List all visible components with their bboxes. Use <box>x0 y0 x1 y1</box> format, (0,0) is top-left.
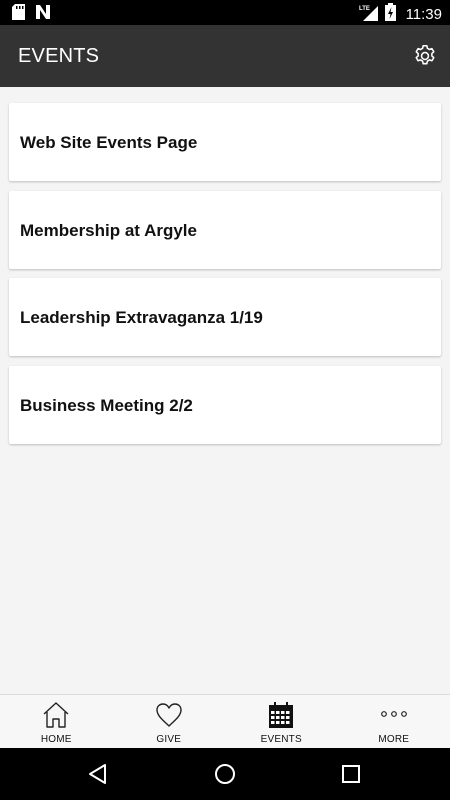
app-bar: EVENTS <box>0 25 450 87</box>
event-title: Membership at Argyle <box>20 221 197 240</box>
system-navigation-bar <box>0 748 450 800</box>
n-notification-icon <box>35 4 51 25</box>
page-title: EVENTS <box>18 45 100 67</box>
event-card[interactable]: Leadership Extravaganza 1/19 <box>9 278 441 356</box>
nav-events-label: EVENTS <box>260 734 302 745</box>
back-button[interactable] <box>86 762 110 786</box>
system-home-button[interactable] <box>213 762 237 786</box>
gear-icon <box>415 44 435 65</box>
nav-home[interactable]: HOME <box>0 695 113 749</box>
clock-time: 11:39 <box>405 6 442 23</box>
settings-button[interactable] <box>412 43 438 69</box>
nav-more[interactable]: MORE <box>338 695 450 749</box>
status-bar-left <box>12 4 51 25</box>
event-title: Web Site Events Page <box>20 133 198 152</box>
nav-more-label: MORE <box>378 734 410 745</box>
nav-events[interactable]: EVENTS <box>225 695 338 749</box>
heart-icon <box>156 703 182 727</box>
status-bar: LTE 11:39 <box>0 0 450 25</box>
recents-button[interactable] <box>339 762 363 786</box>
status-bar-right: LTE 11:39 <box>359 3 442 26</box>
event-title: Leadership Extravaganza 1/19 <box>20 308 263 327</box>
calendar-icon <box>269 702 294 728</box>
event-card[interactable]: Business Meeting 2/2 <box>9 366 441 444</box>
event-card[interactable]: Web Site Events Page <box>9 103 441 181</box>
events-list: Web Site Events Page Membership at Argyl… <box>0 87 450 694</box>
home-icon <box>43 702 69 728</box>
nav-give[interactable]: GIVE <box>113 695 226 749</box>
more-dots-icon <box>380 711 407 717</box>
battery-charging-icon <box>384 3 396 26</box>
bottom-navigation: HOME GIVE EVENTS MORE <box>0 694 450 749</box>
svg-text:LTE: LTE <box>359 6 370 12</box>
home-circle-icon <box>215 764 235 784</box>
recents-icon <box>342 765 360 783</box>
back-icon <box>89 764 106 784</box>
sd-card-icon <box>12 4 25 25</box>
nav-give-label: GIVE <box>156 734 182 745</box>
nav-home-label: HOME <box>40 734 72 745</box>
event-title: Business Meeting 2/2 <box>20 396 193 415</box>
app-screen: LTE 11:39 EVENTS Web Site Events Page Me… <box>0 0 450 800</box>
lte-signal-icon: LTE <box>359 4 379 26</box>
event-card[interactable]: Membership at Argyle <box>9 191 441 269</box>
